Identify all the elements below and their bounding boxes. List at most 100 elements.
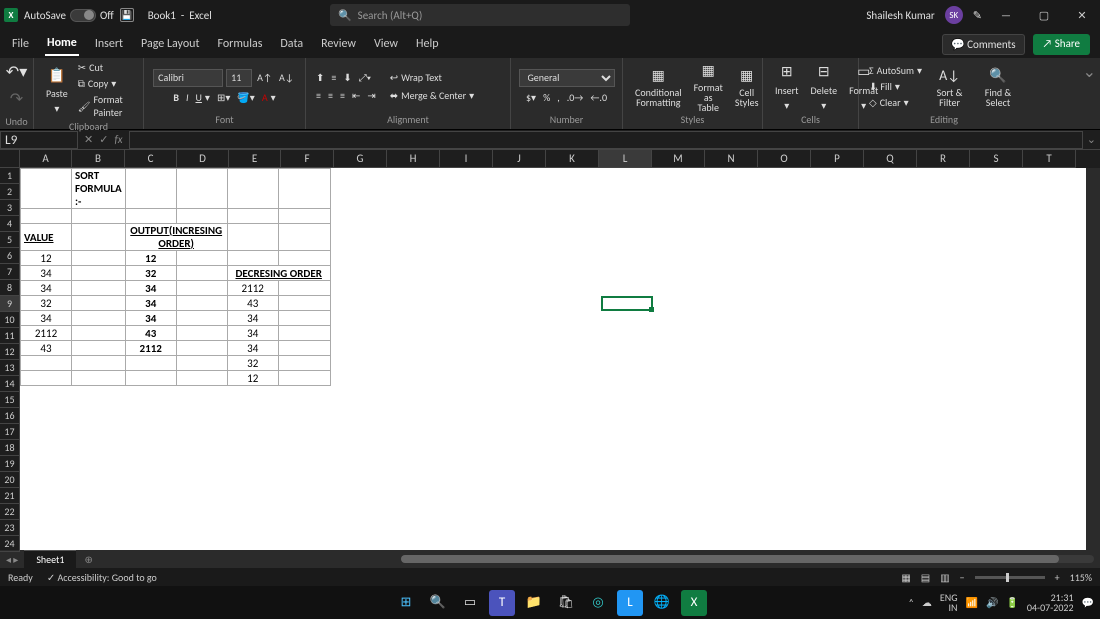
- comments-button[interactable]: 💬 Comments: [942, 34, 1025, 55]
- column-header[interactable]: G: [334, 150, 387, 168]
- font-name-select[interactable]: [153, 69, 223, 87]
- column-header[interactable]: A: [20, 150, 72, 168]
- redo-button[interactable]: ↷: [10, 89, 23, 109]
- autosum-button[interactable]: Σ AutoSum ▾: [867, 63, 924, 78]
- row-header[interactable]: 19: [0, 456, 20, 472]
- maximize-button[interactable]: ▢: [1030, 9, 1058, 22]
- fx-icon[interactable]: fx: [114, 133, 122, 146]
- teams-icon[interactable]: T: [489, 590, 515, 616]
- view-normal-icon[interactable]: ▦: [901, 571, 910, 584]
- app-icon[interactable]: L: [617, 590, 643, 616]
- format-painter-button[interactable]: 🖌 Format Painter: [76, 92, 135, 120]
- notifications-icon[interactable]: 💬: [1082, 596, 1094, 609]
- horizontal-scrollbar[interactable]: [401, 555, 1094, 563]
- column-header[interactable]: P: [811, 150, 864, 168]
- undo-button[interactable]: ↶▾: [6, 62, 27, 82]
- row-header[interactable]: 11: [0, 328, 20, 344]
- fill-color-button[interactable]: 🪣▾: [235, 90, 256, 105]
- search-input[interactable]: 🔍 Search (Alt+Q): [330, 4, 630, 26]
- column-header[interactable]: F: [281, 150, 334, 168]
- ribbon-collapse-button[interactable]: ⌄: [1083, 62, 1096, 82]
- row-header[interactable]: 13: [0, 360, 20, 376]
- minimize-button[interactable]: —: [992, 9, 1020, 22]
- select-all-corner[interactable]: [0, 150, 20, 168]
- sheet-nav-buttons[interactable]: ◂ ▸: [0, 553, 24, 566]
- underline-button[interactable]: U▾: [193, 90, 211, 105]
- row-header[interactable]: 4: [0, 216, 20, 232]
- column-header[interactable]: M: [652, 150, 705, 168]
- format-as-table-button[interactable]: ▦Format as Table: [690, 61, 727, 113]
- row-header[interactable]: 15: [0, 392, 20, 408]
- delete-cells-button[interactable]: ⊟Delete▾: [807, 62, 842, 112]
- pen-icon[interactable]: ✎: [973, 9, 982, 22]
- language-indicator[interactable]: ENGIN: [940, 593, 958, 613]
- autosave-toggle[interactable]: AutoSave Off: [24, 9, 114, 22]
- tab-help[interactable]: Help: [414, 33, 441, 55]
- column-header[interactable]: Q: [864, 150, 917, 168]
- indent-decrease-button[interactable]: ⇤: [350, 88, 362, 103]
- tray-chevron-icon[interactable]: ˄: [908, 596, 913, 609]
- avatar[interactable]: SK: [945, 6, 963, 24]
- task-view-icon[interactable]: ▭: [457, 590, 483, 616]
- view-page-break-icon[interactable]: ▥: [940, 571, 949, 584]
- indent-increase-button[interactable]: ⇥: [365, 88, 377, 103]
- weather-icon[interactable]: ☁: [922, 596, 932, 609]
- row-header[interactable]: 24: [0, 536, 20, 552]
- conditional-formatting-button[interactable]: ▦Conditional Formatting: [631, 66, 686, 108]
- row-header[interactable]: 16: [0, 408, 20, 424]
- row-header[interactable]: 7: [0, 264, 20, 280]
- zoom-slider[interactable]: [975, 576, 1045, 579]
- row-header[interactable]: 12: [0, 344, 20, 360]
- column-header[interactable]: C: [125, 150, 177, 168]
- column-header[interactable]: L: [599, 150, 652, 168]
- row-header[interactable]: 2: [0, 184, 20, 200]
- row-header[interactable]: 22: [0, 504, 20, 520]
- row-header[interactable]: 3: [0, 200, 20, 216]
- column-header[interactable]: N: [705, 150, 758, 168]
- orientation-button[interactable]: ⤢▾: [357, 70, 373, 85]
- zoom-level[interactable]: 115%: [1070, 571, 1092, 584]
- column-header[interactable]: O: [758, 150, 811, 168]
- column-header[interactable]: E: [229, 150, 281, 168]
- taskbar-search-icon[interactable]: 🔍: [425, 590, 451, 616]
- row-header[interactable]: 1: [0, 168, 20, 184]
- formula-input[interactable]: [129, 131, 1083, 149]
- view-page-layout-icon[interactable]: ▤: [921, 571, 930, 584]
- clear-button[interactable]: ◇ Clear▾: [867, 95, 924, 110]
- cells-area[interactable]: SORT FORMULA :- VALUEOUTPUT(INCRESING OR…: [20, 168, 1086, 550]
- currency-button[interactable]: $▾: [524, 90, 538, 105]
- tab-formulas[interactable]: Formulas: [215, 33, 264, 55]
- row-header[interactable]: 10: [0, 312, 20, 328]
- font-size-select[interactable]: [226, 69, 252, 87]
- chrome-icon[interactable]: 🌐: [649, 590, 675, 616]
- row-header[interactable]: 14: [0, 376, 20, 392]
- tab-insert[interactable]: Insert: [93, 33, 125, 55]
- row-header[interactable]: 17: [0, 424, 20, 440]
- grow-font-button[interactable]: A↑: [255, 70, 274, 85]
- column-header[interactable]: J: [493, 150, 546, 168]
- save-icon[interactable]: 💾: [120, 8, 134, 22]
- column-header[interactable]: D: [177, 150, 229, 168]
- align-center-button[interactable]: ≡: [326, 88, 335, 103]
- merge-center-button[interactable]: ⬌ Merge & Center ▾: [388, 88, 476, 103]
- align-right-button[interactable]: ≡: [338, 88, 347, 103]
- excel-taskbar-icon[interactable]: X: [681, 590, 707, 616]
- close-button[interactable]: ✕: [1068, 9, 1096, 22]
- comma-button[interactable]: ,: [555, 90, 562, 105]
- tab-page-layout[interactable]: Page Layout: [139, 33, 201, 55]
- column-header[interactable]: T: [1023, 150, 1076, 168]
- cell-styles-button[interactable]: ▦Cell Styles: [731, 66, 763, 108]
- font-color-button[interactable]: A▾: [260, 90, 278, 105]
- decimal-increase-button[interactable]: .0→: [565, 90, 586, 105]
- file-explorer-icon[interactable]: 📁: [521, 590, 547, 616]
- column-header[interactable]: B: [72, 150, 125, 168]
- paste-button[interactable]: 📋Paste▾: [42, 65, 72, 115]
- row-header[interactable]: 6: [0, 248, 20, 264]
- toggle-switch-icon[interactable]: [70, 9, 96, 22]
- column-header[interactable]: R: [917, 150, 970, 168]
- tab-data[interactable]: Data: [278, 33, 305, 55]
- shrink-font-button[interactable]: A↓: [277, 70, 296, 85]
- find-select-button[interactable]: 🔍Find & Select: [975, 66, 1021, 108]
- row-header[interactable]: 18: [0, 440, 20, 456]
- zoom-in-button[interactable]: +: [1055, 571, 1060, 584]
